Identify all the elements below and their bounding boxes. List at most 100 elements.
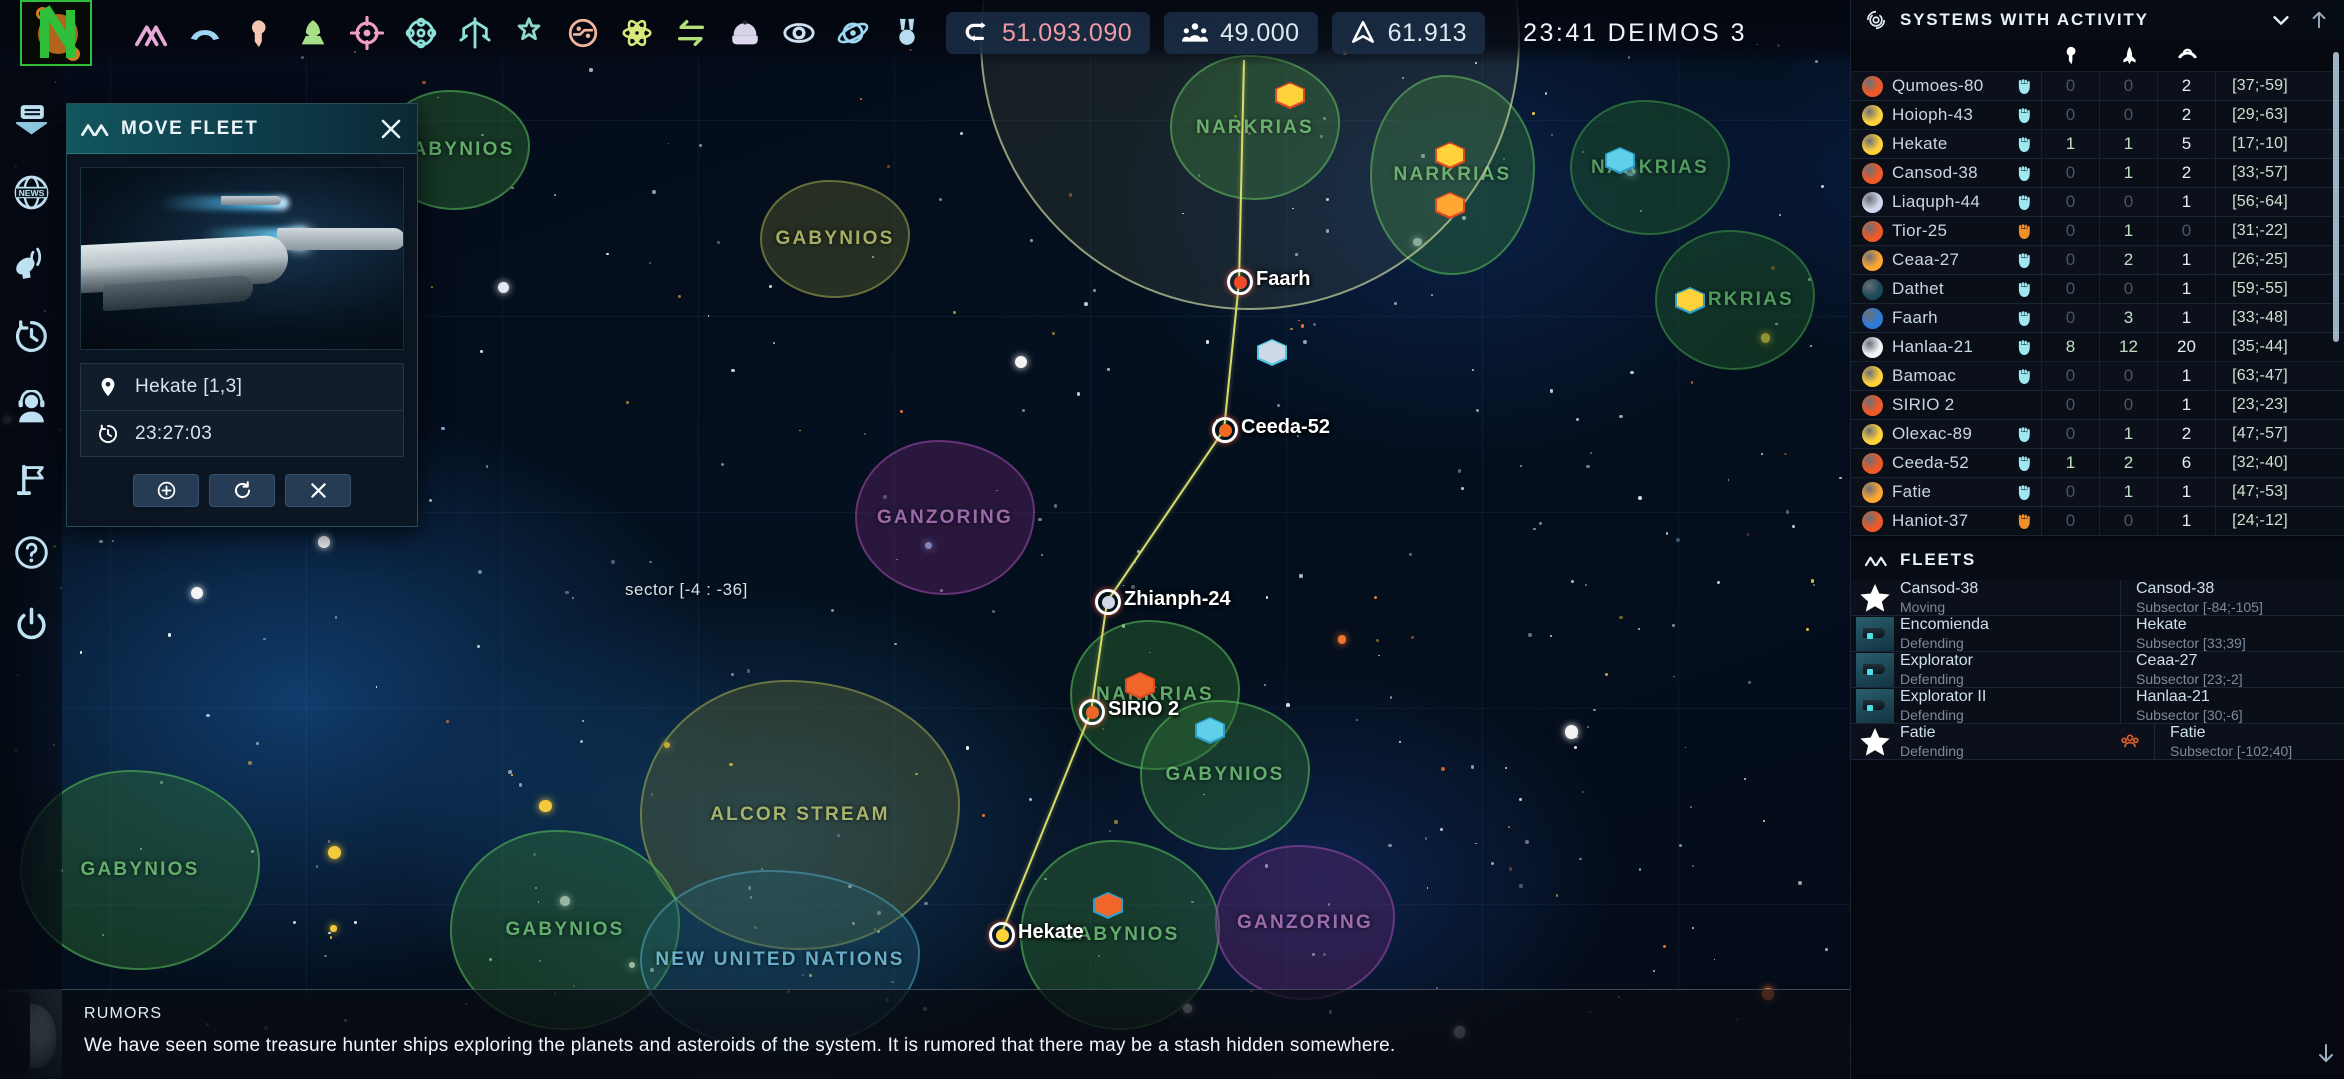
system-row[interactable]: Hanlaa-21 8 12 20 [35;-44] [1851, 333, 2344, 362]
add-waypoint-button[interactable] [133, 474, 199, 507]
systems-scrollbar[interactable] [2333, 52, 2339, 342]
reset-route-button[interactable] [209, 474, 275, 507]
system-node[interactable] [989, 922, 1015, 948]
arrow-down-icon[interactable] [2314, 1041, 2338, 1065]
system-row[interactable]: Olexac-89 0 1 2 [47;-57] [1851, 420, 2344, 449]
spies-value: 1 [2065, 134, 2076, 153]
star-speck [1376, 639, 1380, 643]
system-node[interactable] [1079, 699, 1105, 725]
medal-icon[interactable] [882, 8, 932, 58]
targets-icon[interactable] [342, 8, 392, 58]
system-row[interactable]: SIRIO 2 0 0 1 [23;-23] [1851, 391, 2344, 420]
rumors-bar[interactable]: RUMORS We have seen some treasure hunter… [0, 989, 1850, 1079]
faction-emblem[interactable] [20, 0, 92, 66]
research-tree-icon[interactable] [288, 8, 338, 58]
fleet-location: Cansod-38 Subsector [-84;-105] [2120, 580, 2344, 615]
star-speck [1440, 767, 1445, 771]
star-speck [477, 645, 480, 648]
news-icon[interactable]: NEWS [11, 172, 51, 212]
system-row[interactable]: Fatie 0 1 1 [47;-53] [1851, 478, 2344, 507]
radar-icon[interactable] [11, 244, 51, 284]
colonies-cell: 2 [2158, 101, 2216, 129]
fleet-subsector: Subsector [-102;40] [2170, 742, 2293, 759]
arrow-up-icon[interactable] [2308, 9, 2330, 31]
fleets-table[interactable]: Cansod-38 Moving Cansod-38 Subsector [-84;-… [1851, 580, 2344, 1079]
colonies-cell: 2 [2158, 420, 2216, 448]
construction-icon[interactable] [504, 8, 554, 58]
fleets-panel-header: FLEETS [1851, 540, 2344, 580]
fleets-cell: 1 [2100, 130, 2158, 158]
colonies-cell: 6 [2158, 449, 2216, 477]
star-speck [263, 637, 266, 640]
move-fleet-panel[interactable]: MOVE FLEET Hekate [1,3] 23:27:03 [66, 103, 418, 527]
fleet-name: Fatie [1900, 724, 1936, 742]
system-row[interactable]: Cansod-38 0 1 2 [33;-57] [1851, 159, 2344, 188]
close-icon[interactable] [379, 117, 403, 141]
fleets-icon[interactable] [126, 8, 176, 58]
system-row[interactable]: Liaquph-44 0 0 1 [56;-64] [1851, 188, 2344, 217]
system-row[interactable]: Haniot-37 0 0 1 [24;-12] [1851, 507, 2344, 536]
star-speck [1533, 527, 1536, 531]
atom-icon[interactable] [612, 8, 662, 58]
star-speck [1727, 479, 1730, 482]
power-icon[interactable] [11, 604, 51, 644]
star-speck [1388, 843, 1392, 848]
flag-icon[interactable] [11, 460, 51, 500]
star-speck [1524, 839, 1529, 844]
star-speck [649, 262, 651, 264]
fleets-value: 0 [2123, 105, 2134, 124]
help-icon[interactable] [11, 532, 51, 572]
coords-cell: [63;-47] [2216, 362, 2304, 390]
system-node[interactable] [1095, 589, 1121, 615]
planets-icon[interactable] [180, 8, 230, 58]
galaxy-icon[interactable] [828, 8, 878, 58]
fleet-row[interactable]: Encomienda Defending Hekate Subsector [33;3… [1851, 616, 2344, 652]
history-clock-icon[interactable] [11, 316, 51, 356]
system-row[interactable]: Hekate 1 1 5 [17;-10] [1851, 130, 2344, 159]
officer-icon[interactable] [720, 8, 770, 58]
system-row[interactable]: Qumoes-80 0 0 2 [37;-59] [1851, 72, 2344, 101]
system-row[interactable]: Faarh 0 3 1 [33;-48] [1851, 304, 2344, 333]
messages-icon[interactable] [11, 100, 51, 140]
support-icon[interactable] [11, 388, 51, 428]
resource-credits[interactable]: 51.093.090 [946, 12, 1151, 54]
technology-icon[interactable] [558, 8, 608, 58]
colonies-value: 1 [2181, 511, 2192, 530]
system-row[interactable]: Bamoac 0 0 1 [63;-47] [1851, 362, 2344, 391]
fleet-row[interactable]: Fatie Defending Fatie Subsector [-102;40] [1851, 724, 2344, 760]
star-speck [1778, 213, 1782, 216]
star-speck [1265, 596, 1269, 599]
fleets-value: 0 [2123, 366, 2134, 385]
route-segment [1106, 428, 1225, 602]
resources-icon[interactable] [234, 8, 284, 58]
coords-cell: [59;-55] [2216, 275, 2304, 303]
fleet-row[interactable]: Explorator II Defending Hanlaa-21 Subsector… [1851, 688, 2344, 724]
star-speck [1470, 765, 1475, 769]
ship-small [221, 196, 281, 205]
chevron-down-icon[interactable] [2270, 9, 2292, 31]
fleet-row[interactable]: Explorator Defending Ceaa-27 Subsector [23;… [1851, 652, 2344, 688]
alliance-icon[interactable] [396, 8, 446, 58]
coords-value: [24;-12] [2232, 512, 2288, 529]
resource-energy[interactable]: 61.913 [1331, 12, 1486, 54]
spies-cell: 0 [2042, 188, 2100, 216]
systems-table[interactable]: Qumoes-80 0 0 2 [37;-59] Hoioph-43 0 0 2 [29;-63]… [1851, 72, 2344, 536]
system-row[interactable]: Ceaa-27 0 2 1 [26;-25] [1851, 246, 2344, 275]
map-pin-icon [101, 377, 115, 397]
system-row[interactable]: Hoioph-43 0 0 2 [29;-63] [1851, 101, 2344, 130]
system-row[interactable]: Dathet 0 0 1 [59;-55] [1851, 275, 2344, 304]
fleet-row[interactable]: Cansod-38 Moving Cansod-38 Subsector [-84;-… [1851, 580, 2344, 616]
system-name-cell: Fatie [1851, 478, 2042, 506]
resource-population[interactable]: 49.000 [1164, 12, 1318, 54]
cancel-move-button[interactable] [285, 474, 351, 507]
trade-icon[interactable] [666, 8, 716, 58]
star-speck [1585, 584, 1588, 587]
system-node[interactable] [1227, 269, 1253, 295]
system-row[interactable]: Ceeda-52 1 2 6 [32;-40] [1851, 449, 2344, 478]
star-speck [422, 80, 426, 85]
system-row[interactable]: Tior-25 0 1 0 [31;-22] [1851, 217, 2344, 246]
shipyard-icon[interactable] [450, 8, 500, 58]
spy-icon[interactable] [774, 8, 824, 58]
colonies-cell: 1 [2158, 478, 2216, 506]
system-node[interactable] [1212, 417, 1238, 443]
